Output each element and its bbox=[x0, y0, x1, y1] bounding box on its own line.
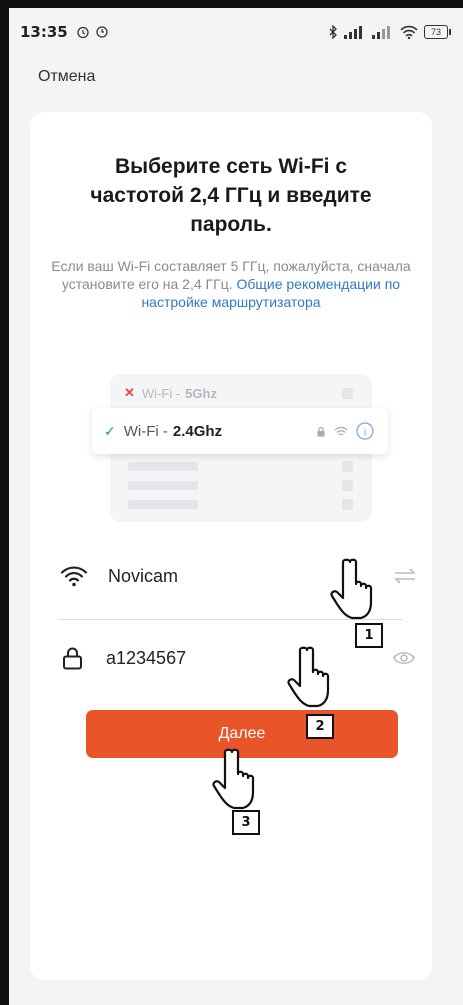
bluetooth-icon bbox=[329, 25, 337, 39]
page-title: Выберите сеть Wi-Fi с частотой 2,4 ГГц и… bbox=[90, 155, 372, 236]
check-icon: ✓ bbox=[104, 422, 116, 439]
pointer-hand-icon bbox=[330, 558, 373, 620]
illustration-2-4ghz-label: Wi-Fi -2.4Ghz bbox=[124, 423, 222, 440]
svg-text:i: i bbox=[363, 427, 366, 439]
eye-icon[interactable] bbox=[392, 650, 416, 666]
placeholder-square bbox=[342, 461, 353, 472]
step-badge-2: 2 bbox=[306, 714, 334, 739]
wifi-setup-card: Выберите сеть Wi-Fi с частотой 2,4 ГГц и… bbox=[30, 112, 432, 980]
placeholder-square bbox=[342, 388, 353, 399]
illustration-5ghz-band: 5Ghz bbox=[185, 385, 217, 401]
placeholder-bar bbox=[128, 481, 198, 490]
placeholder-bar bbox=[128, 500, 198, 509]
cancel-button[interactable]: Отмена bbox=[38, 68, 95, 86]
lock-icon bbox=[63, 647, 82, 670]
placeholder-bar bbox=[128, 462, 198, 471]
pointer-hand-icon bbox=[212, 748, 255, 810]
wifi-small-icon bbox=[334, 426, 348, 435]
description: Если ваш Wi-Fi составляет 5 ГГц, пожалуй… bbox=[44, 257, 418, 311]
wifi-icon bbox=[60, 566, 88, 587]
placeholder-square bbox=[342, 480, 353, 491]
cross-icon: ✕ bbox=[124, 385, 135, 400]
pointer-hand-icon bbox=[287, 646, 330, 708]
info-icon: i bbox=[356, 422, 374, 440]
signal-icon bbox=[344, 26, 362, 39]
step-badge-1: 1 bbox=[355, 623, 383, 648]
placeholder-square bbox=[342, 499, 353, 510]
illustration-5ghz-prefix: Wi-Fi - bbox=[141, 385, 181, 401]
timer-icon bbox=[96, 26, 108, 38]
alarm-icon bbox=[77, 26, 89, 39]
password-value: a1234567 bbox=[106, 647, 187, 668]
wifi-network-name: Novicam bbox=[108, 565, 179, 586]
illustration-2-4ghz-band: 2.4Ghz bbox=[172, 422, 223, 440]
lock-small-icon bbox=[317, 426, 325, 436]
battery-icon: 73 bbox=[424, 25, 451, 39]
signal-icon-2 bbox=[372, 26, 390, 39]
screen-frame-left bbox=[0, 0, 9, 1005]
status-bar: 13:35 73 bbox=[20, 19, 451, 45]
screen-frame-top bbox=[0, 0, 463, 8]
switch-network-icon[interactable] bbox=[394, 568, 416, 584]
illustration-row-5ghz: ✕ Wi-Fi - 5Ghz bbox=[124, 385, 217, 401]
illustration-2-4ghz-prefix: Wi-Fi - bbox=[123, 422, 168, 440]
wifi-status-icon bbox=[400, 25, 418, 39]
illustration-row-2-4ghz: ✓ Wi-Fi -2.4Ghz i bbox=[92, 408, 388, 454]
status-time: 13:35 bbox=[20, 23, 68, 41]
step-badge-3: 3 bbox=[232, 810, 260, 835]
